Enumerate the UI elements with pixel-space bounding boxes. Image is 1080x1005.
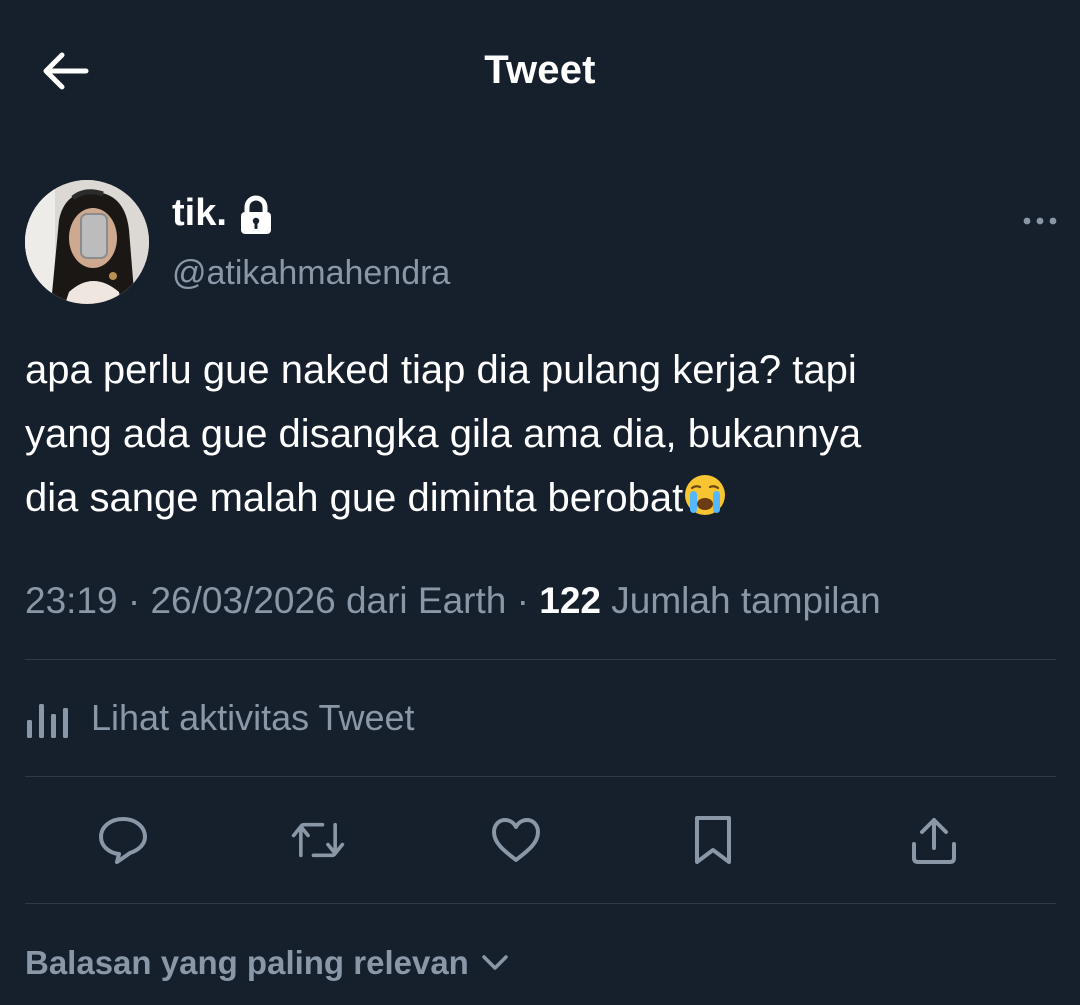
reply-icon <box>99 817 147 864</box>
replies-sort-dropdown[interactable]: Balasan yang paling relevan <box>25 944 509 982</box>
avatar[interactable] <box>25 180 149 304</box>
separator: · <box>127 580 141 621</box>
views-count: 122 <box>539 580 601 621</box>
retweet-icon <box>291 822 345 858</box>
tweet-line: apa perlu gue naked tiap dia pulang kerj… <box>25 348 857 392</box>
divider <box>25 659 1056 660</box>
separator: · <box>516 580 529 621</box>
bookmark-button[interactable] <box>685 812 741 868</box>
retweet-button[interactable] <box>290 812 346 868</box>
avatar-photo <box>25 180 149 304</box>
author-handle[interactable]: @atikahmahendra <box>172 254 450 293</box>
share-button[interactable] <box>906 812 962 868</box>
replies-sort-label: Balasan yang paling relevan <box>25 944 469 981</box>
page-title: Tweet <box>484 48 596 92</box>
tweet-source: dari Earth <box>345 580 507 621</box>
more-options-button[interactable] <box>1020 206 1060 236</box>
activity-label: Lihat aktivitas Tweet <box>91 697 415 738</box>
divider <box>25 776 1056 777</box>
more-horizontal-icon <box>1023 217 1057 225</box>
tweet-time: 23:19 <box>25 580 118 621</box>
tweet-date: 26/03/2026 <box>150 580 336 621</box>
view-tweet-activity[interactable]: Lihat aktivitas Tweet <box>25 697 415 739</box>
share-icon <box>912 818 956 864</box>
lock-icon <box>239 195 273 235</box>
tweet-line: dia sange malah gue diminta berobat <box>25 476 684 520</box>
chevron-down-icon <box>482 955 508 970</box>
tweet-line: yang ada gue disangka gila ama dia, buka… <box>25 412 862 456</box>
top-bar: Tweet <box>0 0 1080 140</box>
author-name: tik. <box>172 192 227 234</box>
tweet-text: apa perlu gue naked tiap dia pulang kerj… <box>25 338 1060 536</box>
bookmark-icon <box>695 816 731 864</box>
author-name-row[interactable]: tik. <box>172 192 273 235</box>
like-button[interactable] <box>488 812 544 868</box>
analytics-icon <box>27 704 68 738</box>
tweet-meta: 23:19 · 26/03/2026 dari Earth · 122 Juml… <box>25 580 881 622</box>
divider <box>25 903 1056 904</box>
reply-button[interactable] <box>95 812 151 868</box>
crying-face-emoji <box>683 472 727 536</box>
views-label: Jumlah tampilan <box>611 580 881 621</box>
like-icon <box>492 818 540 862</box>
tweet-line-with-emoji: dia sange malah gue diminta berobat <box>25 466 1060 536</box>
